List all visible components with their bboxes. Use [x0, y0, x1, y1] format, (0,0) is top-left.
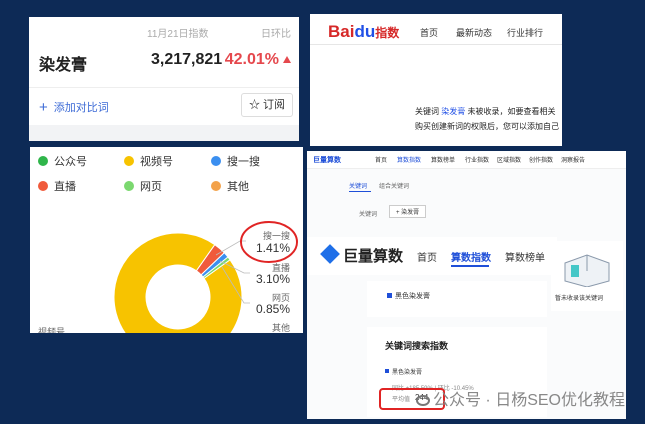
donut-slice-1[interactable] [113, 232, 243, 333]
mainnav-underline [451, 265, 489, 267]
tab-underline [349, 191, 371, 192]
add-compare-button[interactable]: + 添加对比词 [39, 99, 109, 116]
chip-marker [387, 293, 392, 298]
not-indexed-message: 关键词 染发膏 未被收录，如要查看相关 购买创建新词的权限后，您可以添加自己 [415, 104, 559, 134]
baidu-logo[interactable]: Baidu指数 [328, 22, 399, 42]
plus-icon: + [39, 99, 48, 116]
topnav-region[interactable]: 区域指数 [497, 155, 521, 164]
topnav-index[interactable]: 算数指数 [397, 155, 421, 164]
main-nav: 巨量算数 首页 算数指数 算数榜单 [307, 237, 557, 275]
empty-note: 暂未收录该关键词 [555, 296, 604, 302]
msg-pre: 关键词 [415, 107, 442, 116]
watermark-text: 公众号 · 日杨SEO优化教程 [432, 392, 625, 409]
nav-industry[interactable]: 行业排行 [507, 26, 543, 39]
avg-label: 平均值 [392, 397, 411, 403]
brand-small[interactable]: 巨量算数 [313, 155, 341, 165]
change-percent: 42.01% [224, 51, 279, 68]
msg-keyword[interactable]: 染发膏 [441, 107, 465, 116]
mainnav-home[interactable]: 首页 [417, 249, 437, 264]
chip-label[interactable]: 黑色染发膏 [395, 291, 430, 301]
callout-value-wangye: 0.85% [255, 302, 290, 316]
change-label: 日环比 [261, 29, 291, 40]
divider [29, 87, 299, 88]
callout-value-souyisou: 1.41% [255, 241, 290, 255]
subscribe-label: 订阅 [263, 99, 286, 111]
brand-logo-icon [320, 244, 340, 264]
callout-value-zhibo: 3.10% [255, 272, 290, 286]
logo-text-blue: du [354, 22, 376, 41]
tab-keyword[interactable]: 关键词 [349, 181, 367, 190]
source-distribution-panel: 公众号 视频号 搜一搜 直播 网页 其他 搜一搜 1.41% 直播 3.10% … [30, 147, 303, 333]
nav-home[interactable]: 首页 [420, 26, 438, 39]
index-date: 11月21日指数 [147, 29, 209, 40]
msg-line2: 购买创建新词的权限后，您可以添加自己 [415, 122, 559, 131]
topnav-industry[interactable]: 行业指数 [465, 155, 489, 164]
mainnav-rank[interactable]: 算数榜单 [505, 249, 545, 264]
juliang-panel: 巨量算数 首页 算数指数 算数榜单 行业指数 区域指数 创作指数 洞察报告 关键… [307, 151, 626, 419]
topnav-rank[interactable]: 算数榜单 [431, 155, 455, 164]
tab-combo-keyword[interactable]: 组合关键词 [379, 181, 409, 190]
item-label: 黑色染发膏 [392, 370, 423, 376]
top-nav: 巨量算数 首页 算数指数 算数榜单 行业指数 区域指数 创作指数 洞察报告 [307, 151, 626, 169]
keyword-field-label: 关键词 [359, 212, 378, 218]
add-compare-label: 添加对比词 [53, 102, 109, 114]
mainnav-index[interactable]: 算数指数 [451, 249, 491, 264]
logo-text-red: Bai [328, 22, 355, 41]
wechat-index-panel: 11月21日指数 日环比 染发膏 3,217,821 42.01% + 添加对比词… [29, 17, 299, 141]
up-arrow-icon [283, 56, 291, 63]
nav-latest[interactable]: 最新动态 [456, 26, 492, 39]
item-marker [385, 369, 389, 373]
bottom-label: 视频号 [38, 327, 66, 333]
callout-name-qita: 其他 [271, 323, 290, 333]
add-keyword-button[interactable]: + 染发膏 [389, 205, 427, 218]
brand-name[interactable]: 巨量算数 [343, 245, 403, 266]
wechat-icon [415, 395, 430, 406]
empty-box-icon [564, 254, 610, 287]
topnav-creation[interactable]: 创作指数 [529, 155, 553, 164]
topnav-report[interactable]: 洞察报告 [561, 155, 585, 164]
index-value: 3,217,821 [151, 51, 223, 68]
topnav-home[interactable]: 首页 [375, 155, 387, 164]
subscribe-button[interactable]: ☆ 订阅 [241, 93, 293, 117]
keyword-label: 染发膏 [39, 57, 88, 74]
watermark: 公众号 · 日杨SEO优化教程 [415, 386, 625, 410]
logo-text-tail: 指数 [375, 26, 400, 40]
section-title: 关键词搜索指数 [385, 341, 449, 351]
star-icon: ☆ [248, 99, 260, 111]
baidu-index-panel: Baidu指数 首页 最新动态 行业排行 关键词 染发膏 未被收录，如要查看相关… [310, 14, 562, 146]
chip-card: 黑色染发膏 [367, 281, 547, 317]
empty-state-card: 暂未收录该关键词 [551, 241, 623, 311]
msg-post: 未被收录，如要查看相关 [465, 107, 556, 116]
nav-divider [310, 44, 562, 45]
panel-footer [29, 125, 299, 141]
